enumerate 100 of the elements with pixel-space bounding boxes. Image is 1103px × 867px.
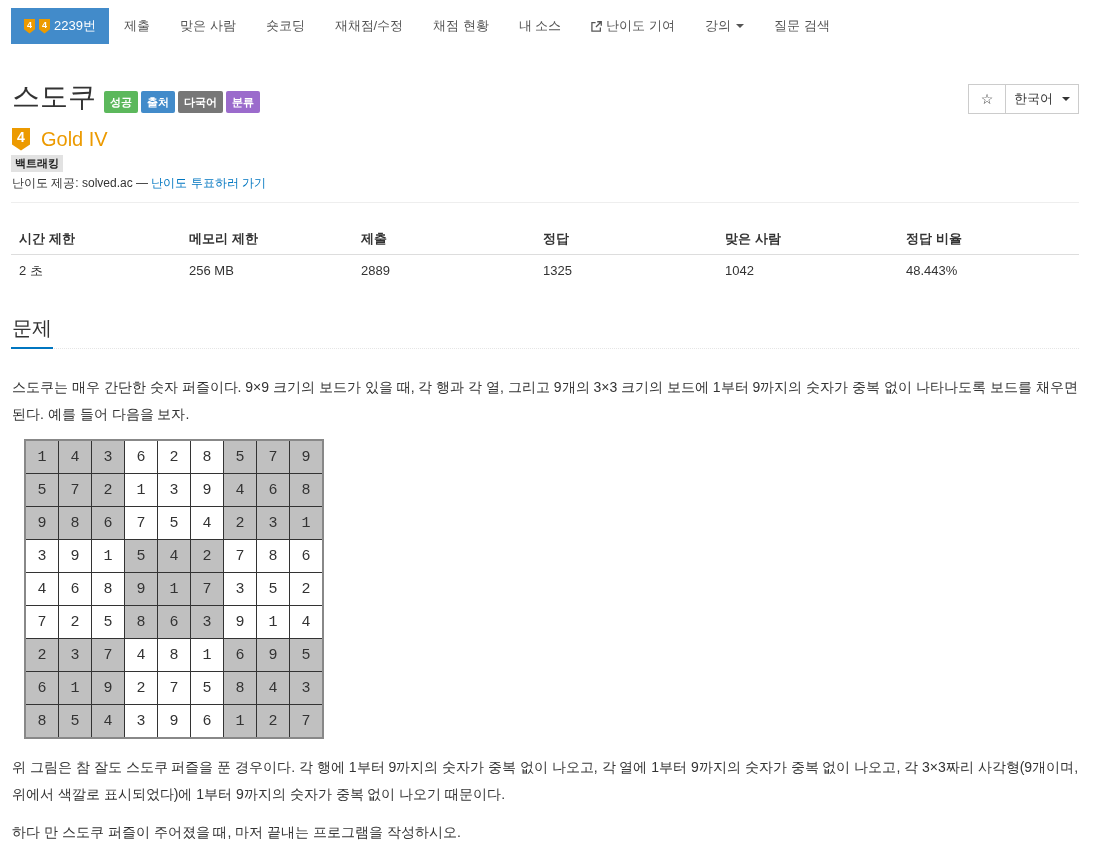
column-header: 제출 xyxy=(360,230,388,248)
column-header: 맞은 사람 xyxy=(724,230,782,248)
vote-link[interactable]: 난이도 투표하러 가기 xyxy=(151,176,267,190)
tier-badge: 4 xyxy=(39,18,50,34)
sudoku-cell: 5 xyxy=(257,573,289,605)
sudoku-cell: 2 xyxy=(125,672,157,704)
sudoku-cell: 6 xyxy=(125,441,157,473)
nav-tab[interactable]: 내 소스 xyxy=(503,8,577,44)
sudoku-cell: 2 xyxy=(26,639,58,671)
sudoku-cell: 2 xyxy=(92,474,124,506)
sudoku-cell: 8 xyxy=(158,639,190,671)
sudoku-cell: 5 xyxy=(224,441,256,473)
caret-icon xyxy=(1062,97,1070,101)
sudoku-cell: 9 xyxy=(125,573,157,605)
sudoku-cell: 9 xyxy=(92,672,124,704)
sudoku-cell: 8 xyxy=(92,573,124,605)
section-heading: 문제 xyxy=(11,314,53,349)
sudoku-cell: 3 xyxy=(92,441,124,473)
sudoku-cell: 2 xyxy=(191,540,223,572)
nav-tab[interactable]: 강의 xyxy=(690,8,760,44)
tier-badge: 4 xyxy=(24,18,35,34)
sudoku-cell: 7 xyxy=(257,441,289,473)
sudoku-cell: 4 xyxy=(191,507,223,539)
sudoku-cell: 3 xyxy=(26,540,58,572)
difficulty-note: 난이도 제공: solved.ac — 난이도 투표하러 가기 xyxy=(12,175,268,192)
sudoku-cell: 1 xyxy=(290,507,322,539)
nav-tab[interactable]: 제출 xyxy=(108,8,165,44)
sudoku-cell: 8 xyxy=(125,606,157,638)
sudoku-cell: 6 xyxy=(158,606,190,638)
sudoku-cell: 7 xyxy=(26,606,58,638)
tier-badge: 4 xyxy=(12,127,30,151)
sudoku-cell: 5 xyxy=(125,540,157,572)
caret-icon xyxy=(736,24,745,28)
sudoku-cell: 2 xyxy=(224,507,256,539)
sudoku-cell: 8 xyxy=(26,705,58,737)
nav-tab[interactable]: 질문 검색 xyxy=(759,8,845,44)
sudoku-cell: 7 xyxy=(158,672,190,704)
language-dropdown[interactable]: 한국어 xyxy=(1005,84,1079,114)
sudoku-cell: 8 xyxy=(191,441,223,473)
sudoku-cell: 1 xyxy=(191,639,223,671)
column-header: 정답 비율 xyxy=(905,230,963,248)
sudoku-cell: 3 xyxy=(125,705,157,737)
sudoku-cell: 3 xyxy=(224,573,256,605)
problem-label[interactable]: 다국어 xyxy=(178,91,223,113)
sudoku-cell: 5 xyxy=(158,507,190,539)
sudoku-cell: 4 xyxy=(224,474,256,506)
sudoku-cell: 8 xyxy=(290,474,322,506)
sudoku-cell: 9 xyxy=(26,507,58,539)
sudoku-cell: 1 xyxy=(125,474,157,506)
sudoku-cell: 1 xyxy=(59,672,91,704)
sudoku-cell: 5 xyxy=(290,639,322,671)
sudoku-cell: 1 xyxy=(224,705,256,737)
sudoku-cell: 5 xyxy=(59,705,91,737)
nav-tab[interactable]: 맞은 사람 xyxy=(164,8,251,44)
nav-tab[interactable]: 숏코딩 xyxy=(250,8,320,44)
sudoku-cell: 6 xyxy=(290,540,322,572)
nav-tab[interactable]: 채점 현황 xyxy=(418,8,504,44)
sudoku-cell: 1 xyxy=(26,441,58,473)
sudoku-cell: 5 xyxy=(191,672,223,704)
sudoku-cell: 6 xyxy=(59,573,91,605)
nav-tab[interactable]: 난이도 기여 xyxy=(576,8,691,44)
problem-label[interactable]: 분류 xyxy=(226,91,260,113)
sudoku-cell: 7 xyxy=(125,507,157,539)
sudoku-cell: 9 xyxy=(191,474,223,506)
sudoku-cell: 1 xyxy=(158,573,190,605)
column-header: 시간 제한 xyxy=(18,230,76,248)
sudoku-cell: 7 xyxy=(191,573,223,605)
sudoku-cell: 4 xyxy=(92,705,124,737)
sudoku-cell: 7 xyxy=(59,474,91,506)
sudoku-cell: 6 xyxy=(224,639,256,671)
sudoku-cell: 3 xyxy=(158,474,190,506)
table-cell-text: 1042 xyxy=(724,262,755,280)
sudoku-cell: 4 xyxy=(257,672,289,704)
problem-paragraph: 스도쿠는 매우 간단한 숫자 퍼즐이다. 9×9 크기의 보드가 있을 때, 각 행과 각 열, 그리고 9개의 3×3 크기의 보드에 1부터 9까지의 숫자가 중복 없이 나타나도록 보드를 채우면 된다. 예를 들어 다음을 보자. xyxy=(12,378,1079,424)
sudoku-cell: 1 xyxy=(257,606,289,638)
table-cell-text: 2889 xyxy=(360,262,391,280)
nav-tab[interactable]: 4 4 2239번 xyxy=(11,8,109,44)
sudoku-cell: 1 xyxy=(92,540,124,572)
algorithm-tag[interactable]: 백트래킹 xyxy=(11,155,63,172)
problem-label[interactable]: 출처 xyxy=(141,91,175,113)
sudoku-cell: 5 xyxy=(26,474,58,506)
sudoku-cell: 2 xyxy=(257,705,289,737)
sudoku-cell: 4 xyxy=(158,540,190,572)
sudoku-cell: 4 xyxy=(26,573,58,605)
problem-paragraph: 하다 만 스도쿠 퍼즐이 주어졌을 때, 마저 끝내는 프로그램을 작성하시오. xyxy=(12,823,462,842)
table-cell-text: 48.443% xyxy=(905,262,959,280)
sudoku-cell: 8 xyxy=(257,540,289,572)
sudoku-cell: 3 xyxy=(290,672,322,704)
star-button[interactable]: ☆ xyxy=(968,84,1006,114)
column-header: 메모리 제한 xyxy=(188,230,259,248)
sudoku-cell: 4 xyxy=(125,639,157,671)
nav-tab[interactable]: 재채점/수정 xyxy=(319,8,419,44)
sudoku-cell: 8 xyxy=(59,507,91,539)
sudoku-cell: 9 xyxy=(224,606,256,638)
sudoku-cell: 4 xyxy=(290,606,322,638)
tier-name: Gold IV xyxy=(41,127,108,152)
sudoku-cell: 8 xyxy=(224,672,256,704)
column-header: 정답 xyxy=(542,230,570,248)
sudoku-cell: 7 xyxy=(224,540,256,572)
table-cell-text: 2 초 xyxy=(18,262,44,280)
